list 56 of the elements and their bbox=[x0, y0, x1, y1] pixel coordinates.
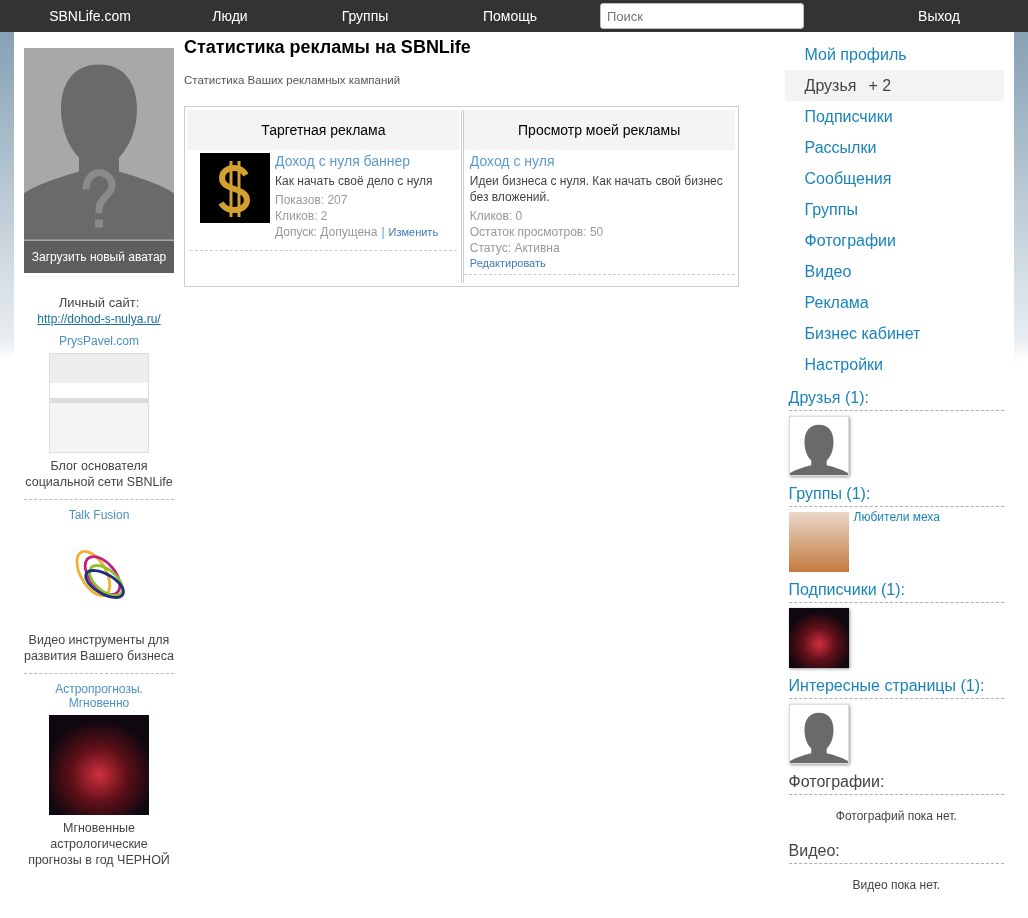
profile-menu-item[interactable]: Видео bbox=[784, 256, 1004, 287]
section-heading[interactable]: Друзья (1): bbox=[788, 380, 1004, 411]
profile-menu-item[interactable]: Друзья + 2 bbox=[784, 70, 1004, 101]
logout-link[interactable]: Выход bbox=[884, 8, 994, 24]
avatar-placeholder[interactable] bbox=[788, 416, 849, 476]
ad-description: Идеи бизнеса с нуля. Как начать свой бизнес без вложений. bbox=[469, 173, 724, 205]
ad-description: Как начать своё дело с нуля bbox=[275, 173, 434, 189]
nav-link[interactable]: Люди bbox=[180, 8, 280, 24]
page-title: Статистика рекламы на SBNLife bbox=[184, 37, 472, 58]
site-logo-link[interactable]: SBNLife.com bbox=[0, 8, 180, 24]
nav-link[interactable]: Помощь bbox=[460, 8, 560, 24]
ad-stat: Показов: 207 bbox=[275, 192, 349, 208]
separator-text: | bbox=[381, 224, 385, 240]
section-heading[interactable]: Группы (1): bbox=[788, 476, 1004, 507]
section-heading[interactable]: Интересные страницы (1): bbox=[788, 668, 1004, 699]
empty-message: Видео пока нет. bbox=[851, 877, 942, 894]
upload-avatar-button[interactable]: Загрузить новый аватар bbox=[24, 241, 174, 273]
site-link[interactable]: http://dohod-s-nulya.ru/ bbox=[37, 312, 161, 326]
ad-stat: Статус: Активна bbox=[469, 240, 561, 256]
ad-title-link[interactable]: Астропрогнозы. Мгновенно bbox=[24, 682, 174, 710]
ad-title-link[interactable]: Доход с нуля баннер bbox=[275, 153, 439, 169]
ad-stat: Кликов: 2 bbox=[275, 208, 329, 224]
profile-menu-item[interactable]: Бизнес кабинет bbox=[784, 318, 1004, 349]
ad-stat: Остаток просмотров: 50 bbox=[469, 224, 605, 240]
profile-menu-item[interactable]: Группы bbox=[784, 194, 1004, 225]
profile-menu-item[interactable]: Рассылки bbox=[784, 132, 1004, 163]
column-header: Таргетная реклама bbox=[188, 110, 459, 150]
ad-description: Блог основателя социальной сети SBNLife bbox=[24, 458, 174, 490]
ad-title-link[interactable]: PrysPavel.com bbox=[59, 334, 139, 348]
profile-menu-item[interactable]: Сообщения bbox=[784, 163, 1004, 194]
section-heading: Видео: bbox=[788, 833, 1004, 864]
edit-link[interactable]: Редактировать bbox=[469, 256, 729, 271]
photo-placeholder[interactable] bbox=[788, 512, 849, 572]
profile-menu-item[interactable]: Настройки bbox=[784, 349, 1004, 380]
page-subtitle: Статистика Ваших рекламных кампаний bbox=[184, 74, 402, 86]
empty-message: Фотографий пока нет. bbox=[834, 808, 958, 825]
ad-stat: Кликов: 0 bbox=[469, 208, 524, 224]
column-header: Просмотр моей рекламы bbox=[463, 110, 735, 150]
edit-link[interactable]: Изменить bbox=[388, 225, 439, 240]
avatar-placeholder[interactable] bbox=[788, 704, 849, 764]
ad-title-link[interactable]: Talk Fusion bbox=[68, 508, 130, 522]
ad-description: Мгновенные астрологические прогнозы в год ЧЕРНОЙ bbox=[27, 820, 171, 868]
dollar-sign-image bbox=[200, 153, 270, 223]
site-label: Личный сайт: bbox=[58, 295, 140, 310]
profile-menu-item[interactable]: Мой профиль bbox=[784, 39, 1004, 70]
profile-menu-item[interactable]: Реклама bbox=[784, 287, 1004, 318]
ad-title-link[interactable]: Доход с нуля bbox=[469, 153, 729, 169]
search-field[interactable]: Поиск bbox=[600, 3, 804, 29]
profile-menu-item[interactable]: Подписчики bbox=[784, 101, 1004, 132]
section-heading: Фотографии: bbox=[788, 764, 1004, 795]
profile-menu-item[interactable]: Фотографии bbox=[784, 225, 1004, 256]
group-link[interactable]: Любители меха bbox=[853, 510, 940, 572]
section-heading[interactable]: Подписчики (1): bbox=[788, 572, 1004, 603]
nav-link[interactable]: Группы bbox=[300, 8, 430, 24]
ad-approval-status: Допуск: Допущена bbox=[275, 224, 378, 240]
ad-description: Видео инструменты для развития Вашего бизнеса bbox=[24, 632, 174, 664]
